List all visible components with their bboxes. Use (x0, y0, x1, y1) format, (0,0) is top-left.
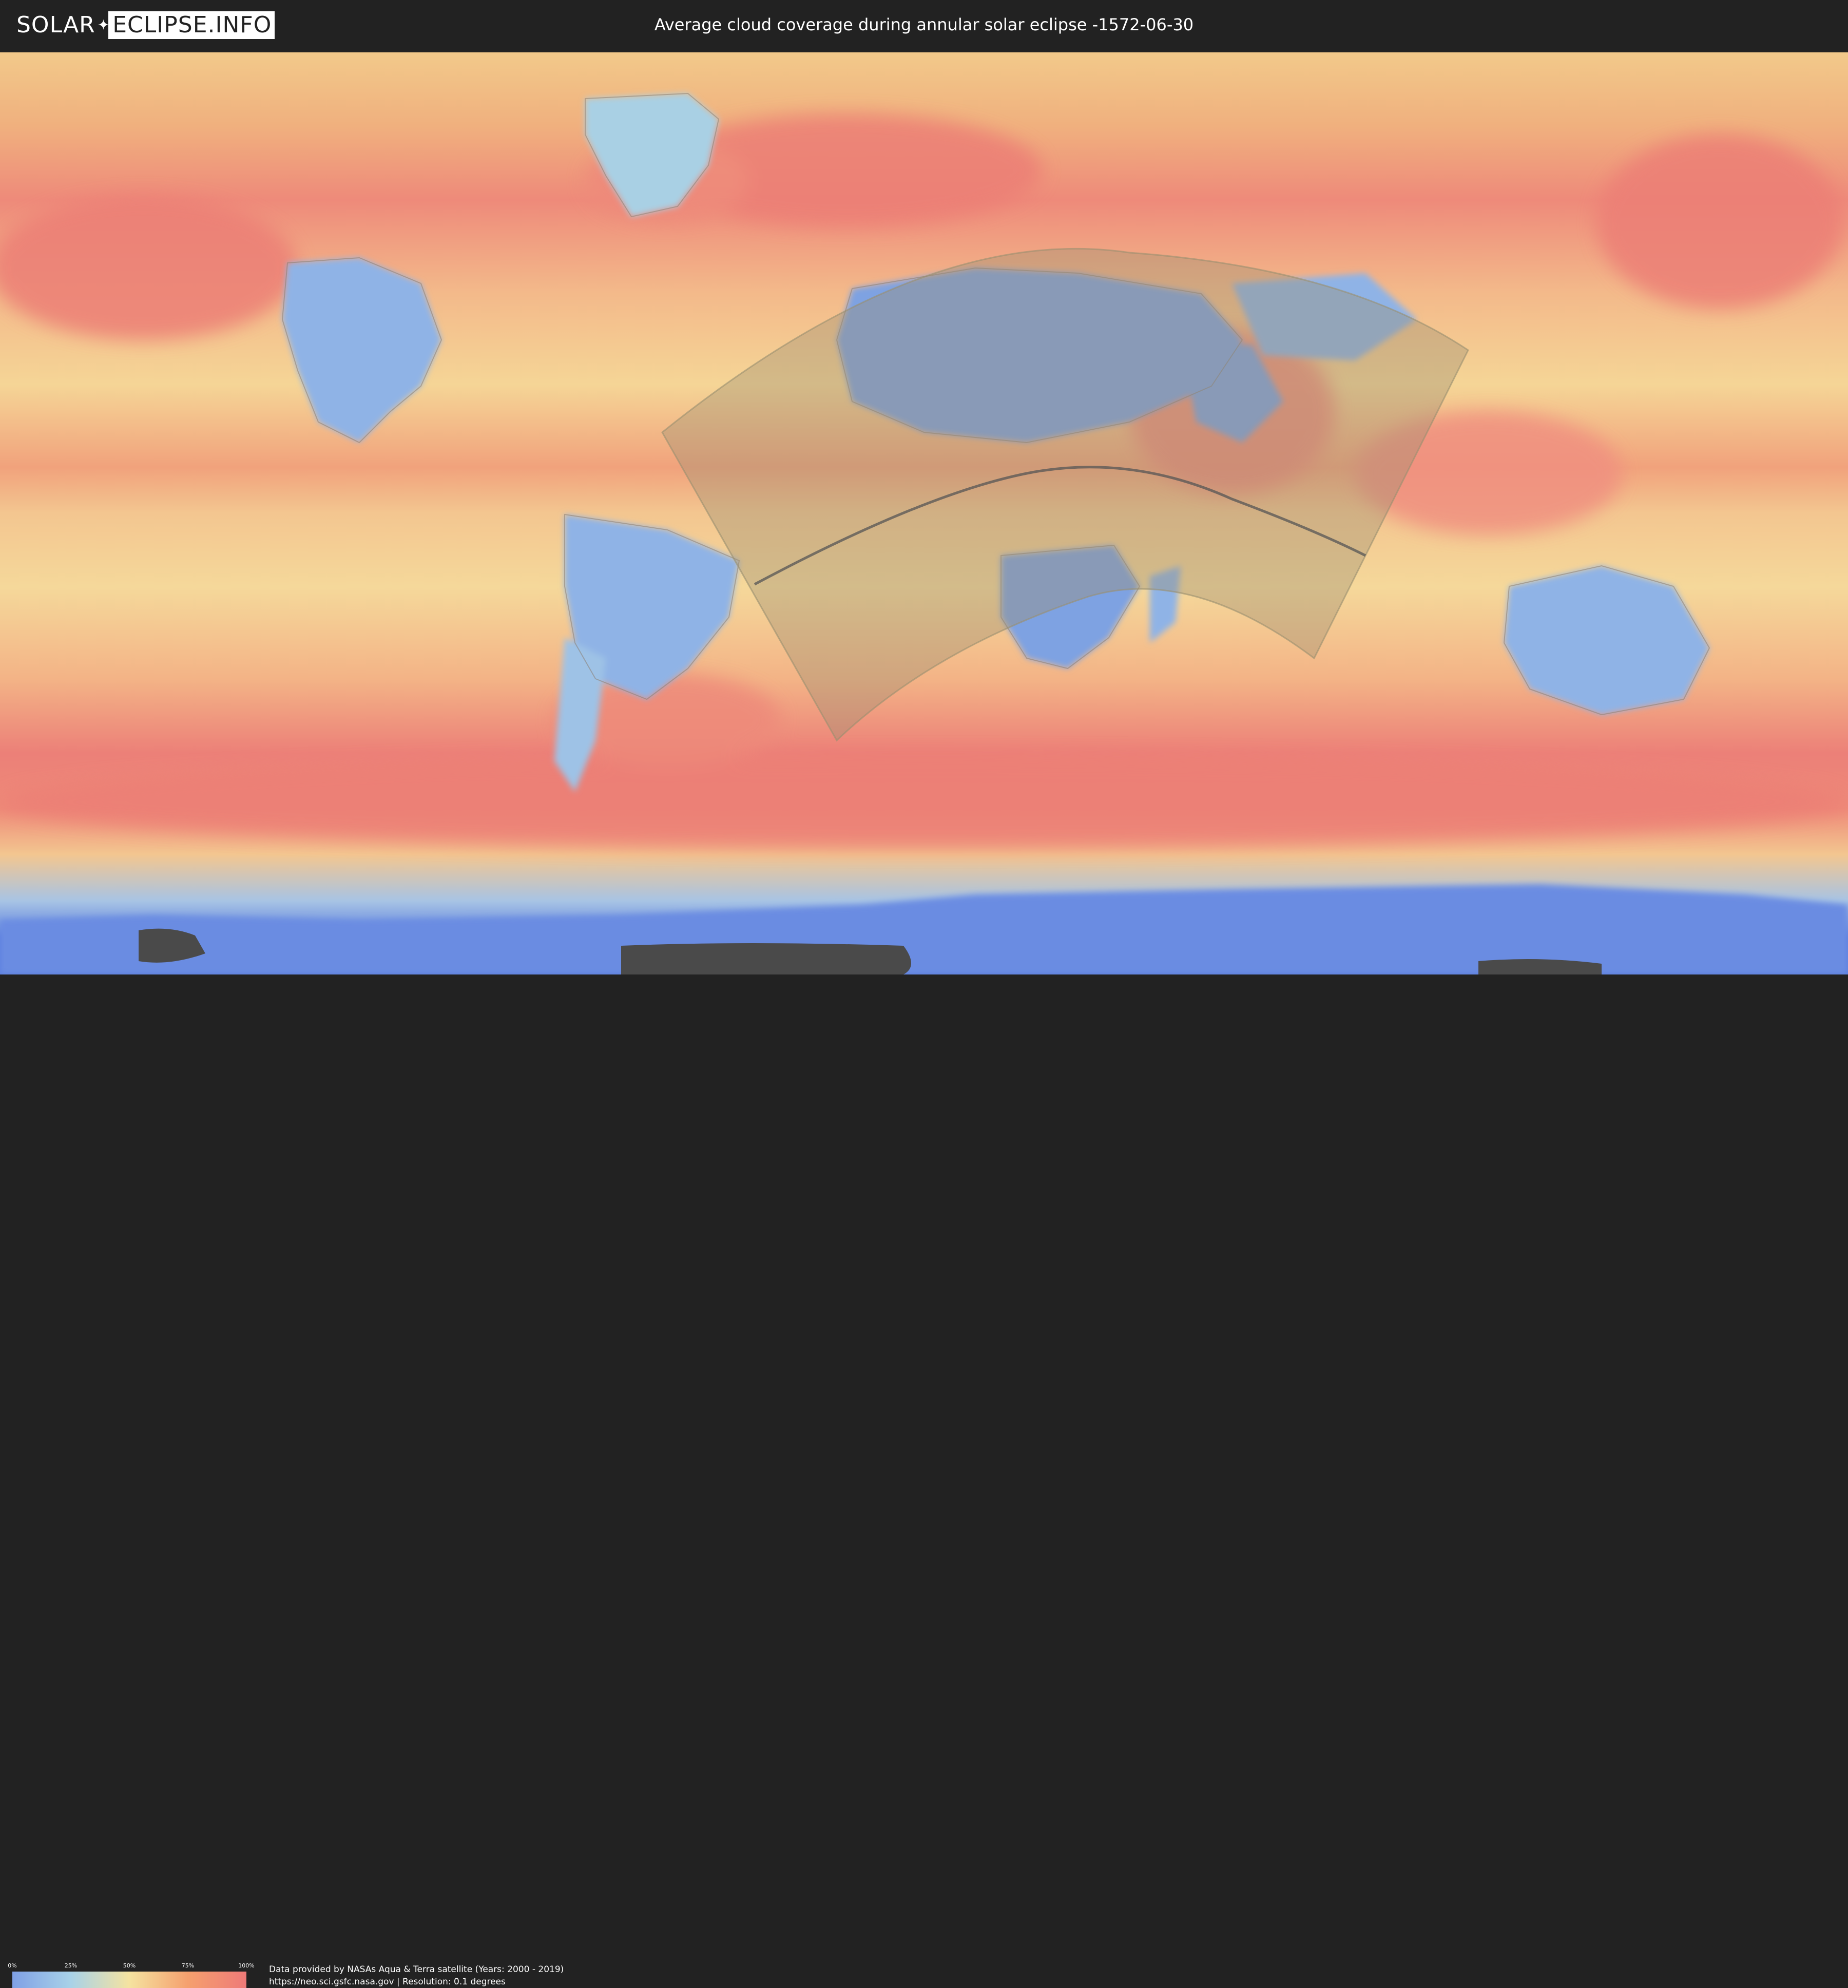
legend-tick-0: 0% (8, 1962, 17, 1969)
map-svg (0, 52, 1848, 974)
legend-tick-labels: 0% 25% 50% 75% 100% (8, 1962, 254, 1970)
page-title: Average cloud coverage during annular so… (654, 15, 1194, 34)
cloud-coverage-map[interactable] (0, 52, 1848, 974)
data-source-text: Data provided by NASAs Aqua & Terra sate… (269, 1964, 564, 1975)
legend-tick-100: 100% (238, 1962, 255, 1969)
footer-bar: 0% 25% 50% 75% 100% Data provided by NAS… (0, 974, 1848, 1988)
header-bar: SOLAR ✦ ECLIPSE.INFO Average cloud cover… (0, 0, 1848, 51)
legend-tick-50: 50% (123, 1962, 136, 1969)
legend-tick-75: 75% (181, 1962, 195, 1969)
legend-tick-25: 25% (64, 1962, 78, 1969)
legend-color-scale (12, 1972, 246, 1988)
data-url-text[interactable]: https://neo.sci.gsfc.nasa.gov | Resoluti… (269, 1976, 506, 1988)
